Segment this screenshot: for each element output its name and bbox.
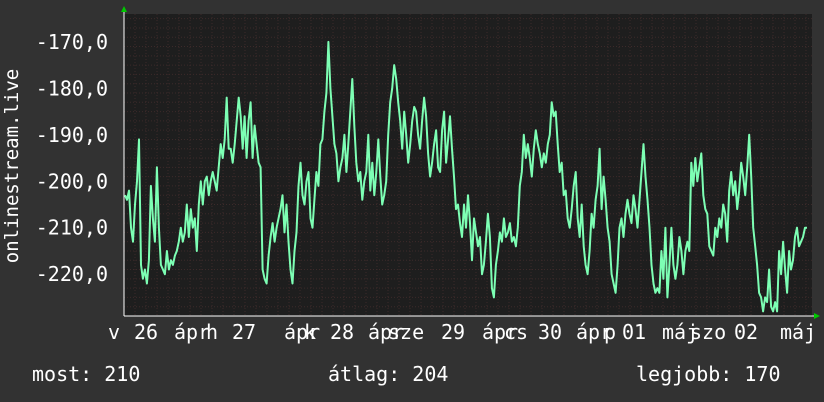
x-tick-label: 28 <box>330 320 354 344</box>
y-tick-label: -200,0 <box>36 169 108 193</box>
x-tick-label: 02 <box>734 320 758 344</box>
y-tick-label: -190,0 <box>36 123 108 147</box>
average-value: átlag: 204 <box>328 362 449 386</box>
x-tick-label: k <box>304 320 316 344</box>
x-tick-label: szo <box>690 320 726 344</box>
y-tick-label: -180,0 <box>36 76 108 100</box>
x-tick-label: 29 <box>441 320 465 344</box>
x-tick-label: ápr <box>174 320 210 344</box>
x-tick-label: 26 <box>134 320 158 344</box>
plot-area <box>124 14 812 316</box>
y-tick-label: -170,0 <box>36 30 108 54</box>
x-tick-label: 27 <box>232 320 256 344</box>
x-tick-labels: v 26 áprh 27 áprk 28 áprsze 29 áprcs 30 áprp 01 májs… <box>108 320 816 344</box>
y-tick-label: -210,0 <box>36 216 108 240</box>
y-tick-label: -220,0 <box>36 262 108 286</box>
chart: -170,0 -180,0 -190,0 -200,0 -210,0 -220,0 v 26… <box>0 0 824 402</box>
y-axis-label: onlinestream.live <box>1 69 23 263</box>
x-tick-label: sze <box>388 320 424 344</box>
x-tick-label: 30 <box>538 320 562 344</box>
best-value: legjobb: 170 <box>636 362 781 386</box>
x-tick-label: v <box>108 320 120 344</box>
x-tick-label: máj <box>780 320 816 344</box>
x-tick-label: h <box>206 320 218 344</box>
x-tick-label: p <box>604 320 616 344</box>
current-value: most: 210 <box>32 362 141 386</box>
x-tick-label: cs <box>504 320 528 344</box>
x-tick-label: 01 <box>622 320 646 344</box>
